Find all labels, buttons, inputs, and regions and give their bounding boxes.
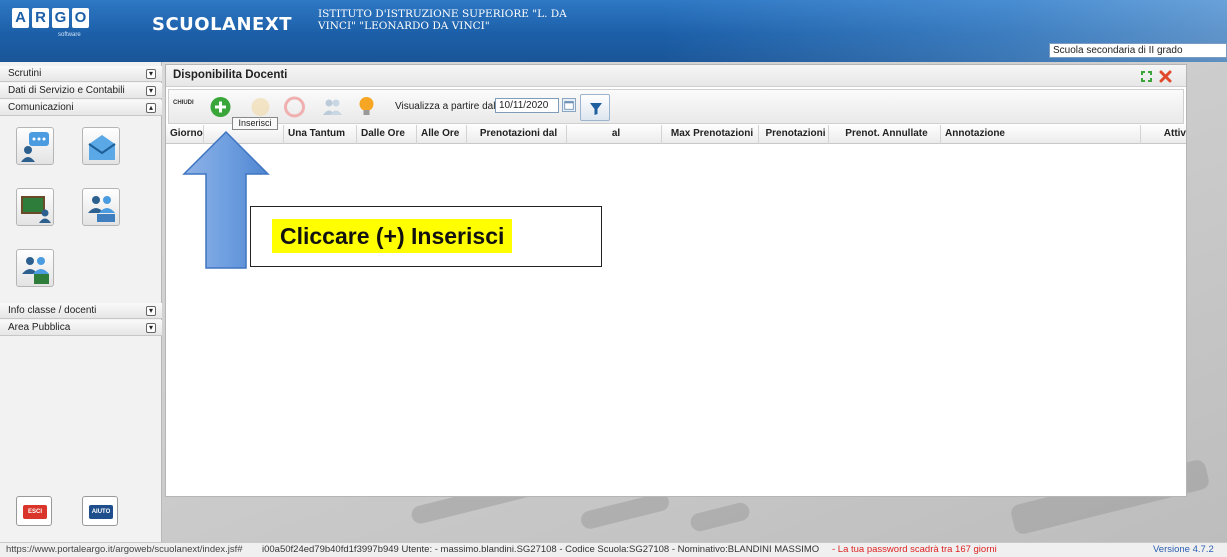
- disponibilita-docenti-panel: Disponibilita Docenti CHIUDI Visualizza …: [165, 64, 1187, 497]
- filter-icon: [590, 103, 602, 115]
- esci-button[interactable]: ESCI: [16, 496, 52, 526]
- aiuto-label: AIUTO: [89, 505, 113, 519]
- sidebar-section-dati-servizio[interactable]: Dati di Servizio e Contabili ▾: [0, 83, 162, 99]
- argo-logo: A R G O: [12, 8, 89, 28]
- inserisci-tooltip: Inserisci: [232, 117, 278, 130]
- column-prenotazioni-dal[interactable]: Prenotazioni dal: [467, 125, 567, 144]
- logo-subtitle: software: [58, 32, 81, 38]
- column-alle-ore[interactable]: Alle Ore: [417, 125, 467, 144]
- classroom-icon[interactable]: [16, 188, 54, 226]
- chevron-down-icon[interactable]: ▾: [146, 86, 156, 96]
- sidebar-section-area-pubblica[interactable]: Area Pubblica ▾: [0, 320, 162, 336]
- column-annotazione[interactable]: Annotazione: [941, 125, 1141, 144]
- esci-label: ESCI: [23, 505, 47, 519]
- column-prenotazioni[interactable]: Prenotazioni: [759, 125, 829, 144]
- delete-icon[interactable]: [281, 94, 308, 120]
- logo-letter: R: [32, 8, 49, 28]
- password-warning: - La tua password scadrà tra 167 giorni: [832, 544, 997, 555]
- status-bar: https://www.portaleargo.it/argoweb/scuol…: [0, 542, 1227, 557]
- app-header: A R G O software SCUOLANEXT ISTITUTO D'I…: [0, 0, 1227, 62]
- school-grade-select[interactable]: Scuola secondaria di II grado: [1049, 43, 1227, 58]
- status-user-info: i00a50f24ed79b40fd1f3997b949 Utente: - m…: [262, 544, 820, 555]
- school-name: ISTITUTO D'ISTRUZIONE SUPERIORE "L. DA V…: [318, 8, 567, 32]
- background-decoration: [579, 491, 671, 531]
- column-prenot-annullate[interactable]: Prenot. Annullate: [829, 125, 941, 144]
- chiudi-button[interactable]: CHIUDI: [173, 100, 194, 106]
- chevron-up-icon[interactable]: ▴: [146, 103, 156, 113]
- background-decoration: [688, 501, 752, 533]
- bacheca-icon[interactable]: [16, 127, 54, 165]
- date-filter-label: Visualizza a partire dal:: [395, 101, 499, 112]
- brand-title: SCUOLANEXT: [152, 14, 293, 35]
- column-dalle-ore[interactable]: Dalle Ore: [357, 125, 417, 144]
- parents-meeting-icon[interactable]: [16, 249, 54, 287]
- mail-icon[interactable]: [82, 127, 120, 165]
- sidebar-section-scrutini[interactable]: Scrutini ▾: [0, 66, 162, 82]
- lightbulb-icon[interactable]: [353, 94, 380, 120]
- maximize-icon[interactable]: [1140, 70, 1153, 83]
- teachers-meeting-icon[interactable]: [82, 188, 120, 226]
- calendar-icon[interactable]: [562, 98, 576, 112]
- close-icon[interactable]: [1159, 70, 1172, 83]
- version-label: Versione 4.7.2: [1153, 544, 1214, 555]
- aiuto-button[interactable]: AIUTO: [82, 496, 118, 526]
- section-label: Dati di Servizio e Contabili: [8, 85, 125, 96]
- filter-button[interactable]: [580, 94, 610, 121]
- panel-title-text: Disponibilita Docenti: [173, 69, 288, 81]
- sidebar-section-comunicazioni[interactable]: Comunicazioni ▴: [0, 100, 162, 116]
- instruction-callout: Cliccare (+) Inserisci: [250, 206, 602, 267]
- logo-letter: G: [52, 8, 69, 28]
- instruction-text: Cliccare (+) Inserisci: [272, 219, 513, 253]
- column-al[interactable]: al: [567, 125, 662, 144]
- chevron-down-icon[interactable]: ▾: [146, 306, 156, 316]
- sidebar-section-info-classe[interactable]: Info classe / docenti ▾: [0, 303, 162, 319]
- section-label: Area Pubblica: [8, 322, 71, 333]
- grid-header: Giorno Una Tantum Dalle Ore Alle Ore Pre…: [166, 125, 1186, 144]
- toolbar: CHIUDI Visualizza a partire dal: 10/11/2…: [168, 89, 1184, 124]
- users-icon[interactable]: [319, 94, 346, 120]
- add-icon[interactable]: [207, 94, 234, 120]
- column-una-tantum[interactable]: Una Tantum: [284, 125, 357, 144]
- panel-title: Disponibilita Docenti: [166, 65, 1186, 87]
- section-label: Scrutini: [8, 68, 42, 79]
- section-label: Info classe / docenti: [8, 305, 97, 316]
- sidebar: Scrutini ▾ Dati di Servizio e Contabili …: [0, 62, 162, 542]
- status-url: https://www.portaleargo.it/argoweb/scuol…: [6, 544, 243, 555]
- logo-letter: O: [72, 8, 89, 28]
- column-max-prenotazioni[interactable]: Max Prenotazioni: [662, 125, 759, 144]
- column-attiv[interactable]: Attiv: [1141, 125, 1186, 144]
- chevron-down-icon[interactable]: ▾: [146, 323, 156, 333]
- date-filter-input[interactable]: 10/11/2020: [495, 98, 559, 113]
- chevron-down-icon[interactable]: ▾: [146, 69, 156, 79]
- logo-letter: A: [12, 8, 29, 28]
- section-label: Comunicazioni: [8, 102, 74, 113]
